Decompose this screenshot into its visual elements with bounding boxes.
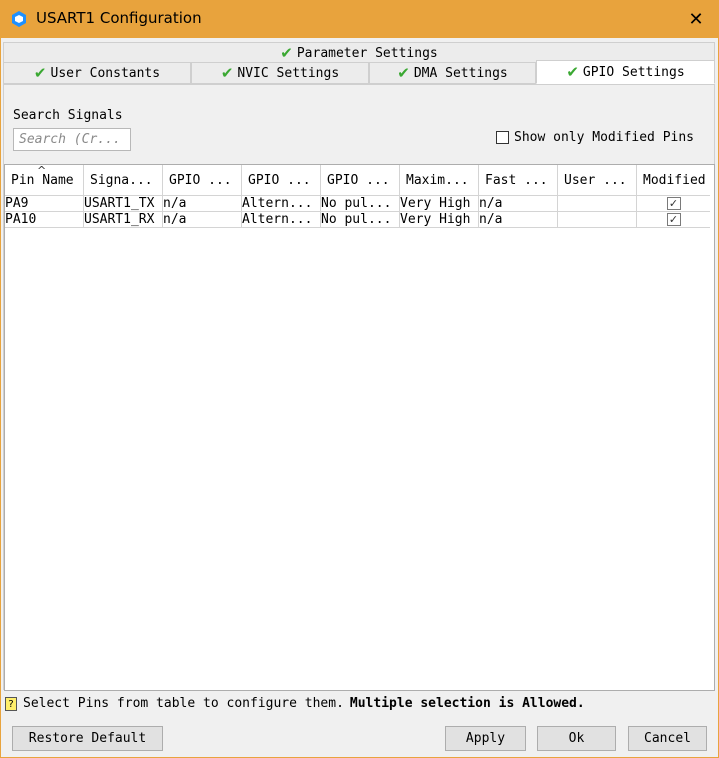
column-header-pin-name[interactable]: ^ Pin Name — [5, 165, 84, 196]
table-row[interactable]: PA9 USART1_TX n/a Altern... No pul... Ve… — [5, 196, 710, 212]
cell-fast-mode: n/a — [479, 212, 558, 228]
ok-button[interactable]: Ok — [537, 726, 616, 751]
table-header: ^ Pin Name Signa... GPIO ... GPIO ... GP… — [5, 165, 710, 196]
cell-signal: USART1_TX — [84, 196, 163, 212]
cell-gpio-output-level: n/a — [163, 196, 242, 212]
cube-icon — [12, 11, 26, 27]
column-header-modified[interactable]: Modified — [637, 165, 710, 196]
check-icon: ✔ — [566, 63, 579, 81]
cell-pin-name: PA9 — [5, 196, 84, 212]
modified-checkbox[interactable]: ✓ — [666, 197, 681, 210]
status-bold-text: Multiple selection is Allowed. — [349, 696, 585, 711]
search-input[interactable]: Search (Cr... — [13, 128, 131, 151]
cell-signal: USART1_RX — [84, 212, 163, 228]
cell-maximum-speed: Very High — [400, 212, 479, 228]
window-title: USART1 Configuration — [36, 9, 202, 27]
column-header-signal[interactable]: Signa... — [84, 165, 163, 196]
cell-user-label — [558, 196, 637, 212]
tab-bar-bottom: ✔ User Constants ✔ NVIC Settings ✔ DMA S… — [3, 60, 715, 84]
check-icon: ✔ — [397, 64, 410, 82]
cell-modified: ✓ — [637, 196, 710, 212]
tab-label: Parameter Settings — [296, 45, 438, 61]
cell-fast-mode: n/a — [479, 196, 558, 212]
checkbox-box[interactable] — [496, 131, 509, 144]
tab-nvic-settings[interactable]: ✔ NVIC Settings — [191, 62, 369, 84]
title-bar: USART1 Configuration ✕ — [0, 0, 719, 38]
cell-modified: ✓ — [637, 212, 710, 228]
tab-bar-top: ✔ Parameter Settings — [3, 42, 715, 63]
cell-gpio-mode: Altern... — [242, 196, 321, 212]
apply-button[interactable]: Apply — [445, 726, 526, 751]
tab-dma-settings[interactable]: ✔ DMA Settings — [369, 62, 536, 84]
search-signals-label: Search Signals — [13, 108, 123, 123]
check-icon: ✔ — [280, 44, 293, 62]
tab-gpio-settings[interactable]: ✔ GPIO Settings — [536, 60, 715, 84]
status-bar: ? Select Pins from table to configure th… — [3, 693, 715, 714]
close-icon: ✕ — [688, 8, 704, 30]
show-modified-checkbox[interactable]: Show only Modified Pins — [496, 130, 694, 145]
cell-gpio-output-level: n/a — [163, 212, 242, 228]
cell-gpio-pull: No pul... — [321, 212, 400, 228]
column-header-maximum-speed[interactable]: Maxim... — [400, 165, 479, 196]
cancel-button[interactable]: Cancel — [628, 726, 707, 751]
check-icon: ✔ — [220, 64, 234, 82]
restore-default-button[interactable]: Restore Default — [12, 726, 163, 751]
column-header-fast-mode[interactable]: Fast ... — [479, 165, 558, 196]
tab-label: GPIO Settings — [582, 64, 685, 80]
cell-pin-name: PA10 — [5, 212, 84, 228]
column-header-gpio-pull[interactable]: GPIO ... — [321, 165, 400, 196]
column-header-gpio-mode[interactable]: GPIO ... — [242, 165, 321, 196]
cell-gpio-mode: Altern... — [242, 212, 321, 228]
tab-label: User Constants — [50, 65, 161, 81]
modified-checkbox[interactable]: ✓ — [666, 213, 681, 226]
show-modified-label: Show only Modified Pins — [514, 130, 695, 145]
column-header-user-label[interactable]: User ... — [558, 165, 637, 196]
column-header-gpio-output-level[interactable]: GPIO ... — [163, 165, 242, 196]
status-text: Select Pins from table to configure them… — [23, 696, 344, 711]
help-icon: ? — [5, 696, 17, 711]
sort-indicator-icon: ^ — [37, 165, 47, 177]
pin-table: ^ Pin Name Signa... GPIO ... GPIO ... GP… — [4, 164, 715, 691]
cell-maximum-speed: Very High — [400, 196, 479, 212]
cell-user-label — [558, 212, 637, 228]
tab-user-constants[interactable]: ✔ User Constants — [3, 62, 191, 84]
tab-label: DMA Settings — [413, 65, 508, 81]
tab-label: NVIC Settings — [237, 65, 340, 81]
check-icon: ✔ — [33, 64, 47, 82]
close-button[interactable]: ✕ — [673, 0, 719, 38]
cell-gpio-pull: No pul... — [321, 196, 400, 212]
table-row[interactable]: PA10 USART1_RX n/a Altern... No pul... V… — [5, 212, 710, 228]
